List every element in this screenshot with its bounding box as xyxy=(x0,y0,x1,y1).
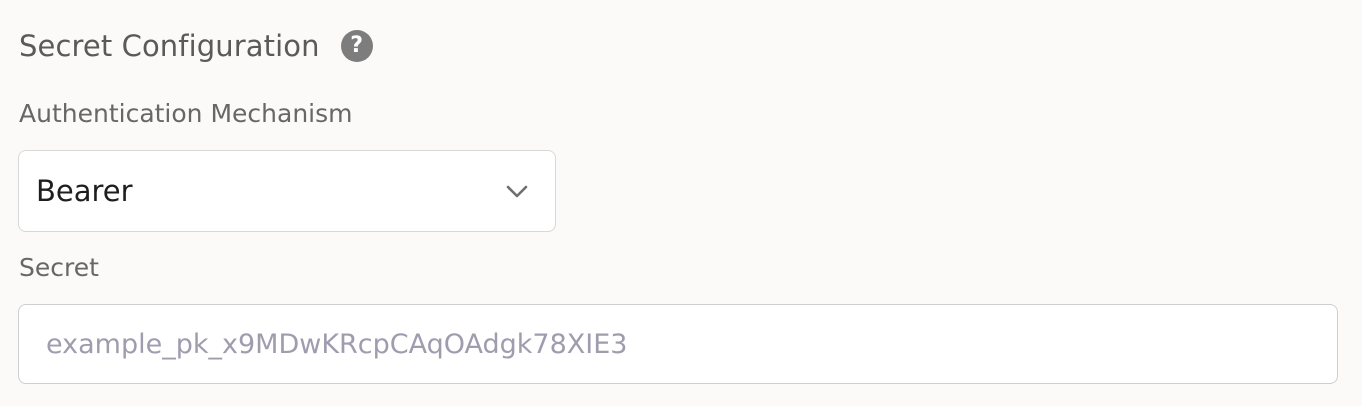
auth-mechanism-select[interactable]: Bearer xyxy=(18,150,556,232)
secret-input[interactable] xyxy=(18,304,1338,384)
secret-label: Secret xyxy=(19,253,99,282)
auth-mechanism-selected-value: Bearer xyxy=(36,174,133,208)
help-icon[interactable]: ? xyxy=(340,30,373,62)
section-title: Secret Configuration xyxy=(19,29,320,63)
chevron-down-icon xyxy=(505,179,529,203)
auth-mechanism-label: Authentication Mechanism xyxy=(19,99,353,128)
section-header: Secret Configuration ? xyxy=(19,26,373,66)
